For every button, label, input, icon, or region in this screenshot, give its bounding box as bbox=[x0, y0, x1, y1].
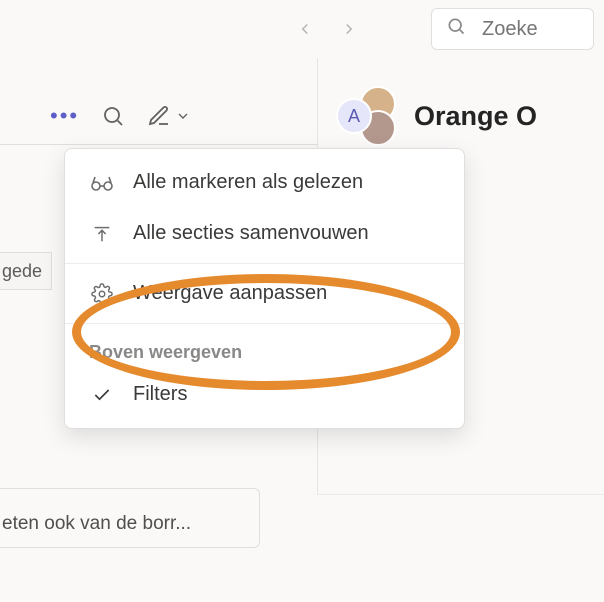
collapse-icon bbox=[89, 223, 115, 245]
compose-button[interactable] bbox=[147, 104, 191, 128]
more-options-button[interactable]: ••• bbox=[50, 103, 79, 129]
search-placeholder: Zoeke bbox=[482, 18, 538, 41]
nav-back-button[interactable] bbox=[285, 9, 325, 49]
nav-arrows bbox=[285, 9, 369, 49]
menu-item-label: Alle markeren als gelezen bbox=[133, 171, 363, 194]
message-preview-item[interactable]: eten ook van de borr... bbox=[0, 488, 260, 548]
menu-item-label: Alle secties samenvouwen bbox=[133, 222, 369, 245]
search-icon bbox=[446, 16, 466, 42]
glasses-icon bbox=[89, 174, 115, 192]
conversation-header: A Orange O bbox=[318, 88, 604, 144]
menu-item-filters[interactable]: Filters bbox=[65, 369, 464, 420]
avatar-group: A bbox=[336, 86, 396, 146]
more-options-menu: Alle markeren als gelezen Alle secties s… bbox=[64, 148, 465, 429]
menu-separator bbox=[65, 263, 464, 264]
gear-icon bbox=[89, 283, 115, 305]
menu-item-collapse-all[interactable]: Alle secties samenvouwen bbox=[65, 208, 464, 259]
divider bbox=[318, 494, 604, 495]
menu-item-label: Weergave aanpassen bbox=[133, 282, 327, 305]
check-icon bbox=[89, 385, 115, 405]
menu-item-label: Filters bbox=[133, 383, 187, 406]
message-preview-text: eten ook van de borr... bbox=[2, 513, 249, 535]
nav-forward-button[interactable] bbox=[329, 9, 369, 49]
menu-item-mark-all-read[interactable]: Alle markeren als gelezen bbox=[65, 157, 464, 208]
list-search-button[interactable] bbox=[101, 104, 125, 128]
top-bar: Zoeke bbox=[0, 0, 604, 58]
list-toolbar: ••• bbox=[0, 88, 317, 144]
conversation-title: Orange O bbox=[414, 101, 537, 132]
menu-section-label: Boven weergeven bbox=[65, 328, 464, 369]
search-input[interactable]: Zoeke bbox=[431, 8, 594, 50]
avatar-initial: A bbox=[336, 98, 372, 134]
menu-separator bbox=[65, 323, 464, 324]
category-tag-truncated[interactable]: gede bbox=[0, 252, 52, 290]
menu-item-customize-view[interactable]: Weergave aanpassen bbox=[65, 268, 464, 319]
